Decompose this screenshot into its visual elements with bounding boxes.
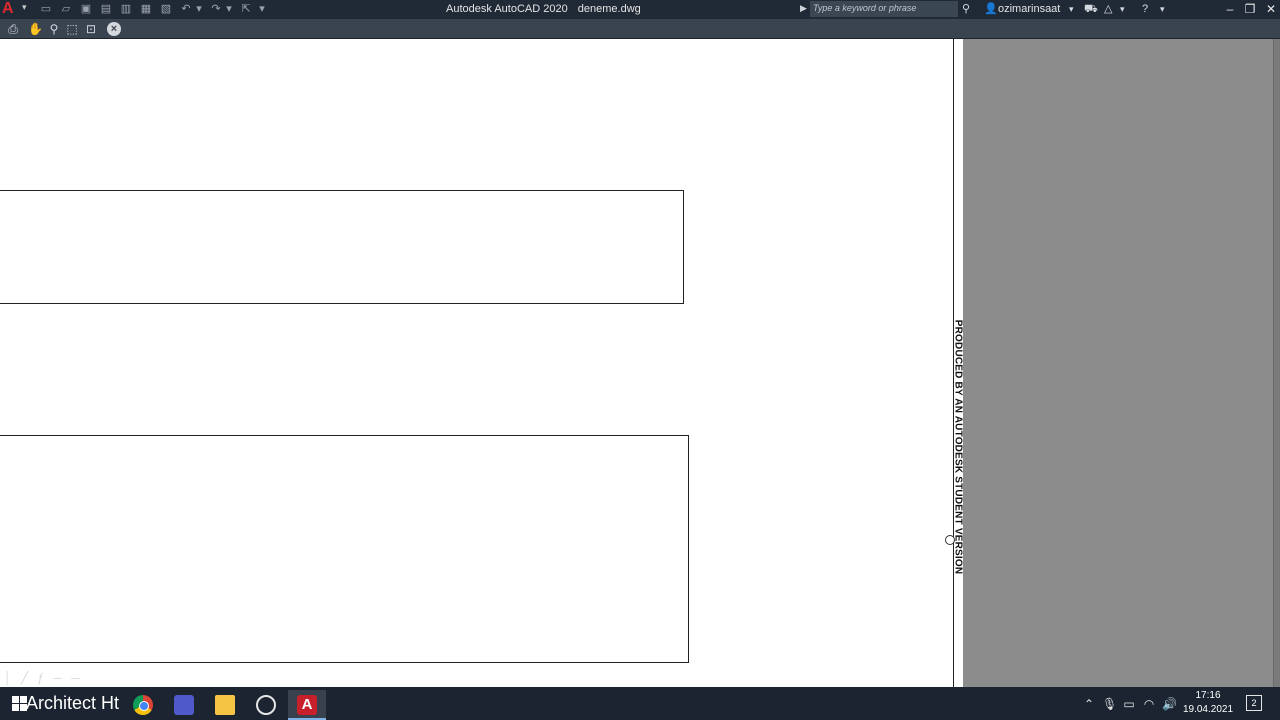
app-name: Autodesk AutoCAD 2020	[446, 3, 568, 15]
autocad-logo-icon: A	[2, 0, 14, 17]
zoom-original-icon[interactable]: ⊡	[84, 22, 98, 36]
save-to-web-icon[interactable]: ▦	[139, 2, 153, 16]
close-icon[interactable]: ✕	[1262, 1, 1280, 17]
show-hidden-icons-icon[interactable]: ⌃	[1082, 697, 1096, 711]
search-input[interactable]: Type a keyword or phrase	[810, 1, 958, 17]
undo-icon[interactable]: ↶	[179, 2, 193, 16]
search-expand-icon[interactable]: ▶	[800, 3, 808, 15]
wifi-icon[interactable]: ◠	[1142, 697, 1156, 711]
volume-icon[interactable]: 🔊	[1162, 697, 1177, 711]
save-as-icon[interactable]: ▤	[99, 2, 113, 16]
clock-time: 17:16	[1195, 690, 1221, 701]
username[interactable]: ozimarinsaat	[998, 3, 1060, 15]
pan-icon[interactable]: ✋	[28, 22, 43, 36]
binoculars-icon[interactable]: ⚲	[962, 2, 976, 16]
chrome-icon	[133, 695, 153, 715]
chevron-down-icon[interactable]: ▾	[1069, 2, 1077, 16]
plot-icon[interactable]: ▧	[159, 2, 173, 16]
window-title: Autodesk AutoCAD 2020 deneme.dwg	[446, 3, 648, 15]
microphone-icon[interactable]: 🎙	[1102, 697, 1117, 711]
battery-icon[interactable]: ▭	[1122, 697, 1136, 711]
student-version-watermark: PRODUCED BY AN AUTODESK STUDENT VERSION	[952, 319, 964, 575]
chevron-down-icon[interactable]: ▾	[1160, 2, 1168, 16]
undo-dropdown-icon[interactable]: ▾	[195, 2, 203, 16]
taskbar: Architect Ht A ⌃ 🎙 ▭ ◠ 🔊 17:16 19.04.202…	[0, 687, 1280, 720]
chevron-down-icon: ▾	[22, 2, 27, 12]
minimize-icon[interactable]: –	[1221, 1, 1239, 17]
new-icon[interactable]: ▭	[39, 2, 53, 16]
cart-icon[interactable]: ⛟	[1084, 2, 1098, 16]
application-menu-button[interactable]: A ▾	[0, 0, 34, 19]
chevron-down-icon[interactable]: ▾	[1120, 2, 1128, 16]
help-icon[interactable]: ?	[1142, 2, 1156, 16]
obs-taskbar-button[interactable]	[247, 690, 285, 720]
save-icon[interactable]: ▣	[79, 2, 93, 16]
clock-date: 19.04.2021	[1182, 704, 1234, 715]
drawing-rectangle	[0, 190, 684, 304]
system-clock[interactable]: 17:16 19.04.2021	[1180, 689, 1236, 717]
open-from-web-icon[interactable]: ▥	[119, 2, 133, 16]
drawing-rectangle	[0, 435, 689, 663]
file-explorer-taskbar-button[interactable]	[206, 690, 244, 720]
preview-toolbar: ⎙ ✋ ⚲ ⬚ ⊡ ×	[0, 19, 1280, 39]
autodesk-a360-icon[interactable]: △	[1104, 2, 1118, 16]
user-icon[interactable]: 👤	[984, 2, 998, 16]
plot-icon[interactable]: ⎙	[6, 22, 20, 36]
outside-paper-area	[963, 39, 1273, 687]
autocad-icon: A	[297, 695, 317, 715]
redo-icon[interactable]: ↷	[209, 2, 223, 16]
chrome-taskbar-button[interactable]	[124, 690, 162, 720]
customize-icon[interactable]: ▾	[257, 2, 267, 16]
file-explorer-icon	[215, 695, 235, 715]
faint-text: │ ╱ ƒ ─ ─	[4, 671, 83, 685]
zoom-icon[interactable]: ⚲	[47, 22, 61, 36]
title-bar: A ▾ ▭ ▱ ▣ ▤ ▥ ▦ ▧ ↶ ▾ ↷ ▾ ⇱ ▾ Autodesk A…	[0, 0, 1280, 19]
open-icon[interactable]: ▱	[59, 2, 73, 16]
overlay-label: Architect Ht	[26, 693, 120, 713]
teams-icon	[174, 695, 194, 715]
share-icon[interactable]: ⇱	[239, 2, 253, 16]
autocad-taskbar-button[interactable]: A	[288, 690, 326, 720]
restore-icon[interactable]: ❐	[1241, 1, 1259, 17]
vertical-scrollbar[interactable]	[1273, 39, 1280, 687]
cursor-icon	[945, 535, 955, 545]
obs-icon	[256, 695, 276, 715]
zoom-window-icon[interactable]: ⬚	[65, 22, 79, 36]
notification-center-icon[interactable]: 2	[1246, 695, 1262, 711]
file-name: deneme.dwg	[577, 3, 641, 15]
teams-taskbar-button[interactable]	[165, 690, 203, 720]
drawing-canvas[interactable]: │ ╱ ƒ ─ ─	[0, 39, 953, 687]
redo-dropdown-icon[interactable]: ▾	[225, 2, 233, 16]
close-preview-icon[interactable]: ×	[107, 22, 121, 36]
